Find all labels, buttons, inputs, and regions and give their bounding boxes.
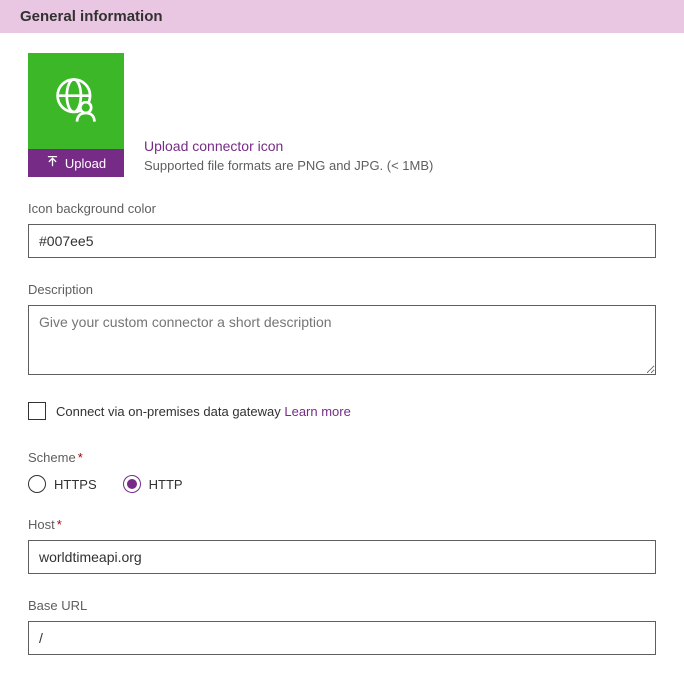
globe-user-icon — [50, 74, 102, 129]
icon-preview — [28, 53, 124, 149]
bgcolor-input[interactable] — [28, 224, 656, 258]
gateway-checkbox-label: Connect via on-premises data gateway Lea… — [56, 404, 351, 419]
baseurl-input[interactable] — [28, 621, 656, 655]
scheme-label: Scheme* — [28, 450, 656, 465]
bgcolor-label: Icon background color — [28, 201, 656, 216]
upload-subtext: Supported file formats are PNG and JPG. … — [144, 158, 433, 173]
upload-button-label: Upload — [65, 156, 106, 171]
scheme-radio-https[interactable]: HTTPS — [28, 475, 97, 493]
description-textarea[interactable] — [28, 305, 656, 375]
scheme-http-label: HTTP — [149, 477, 183, 492]
description-label: Description — [28, 282, 656, 297]
scheme-radio-http[interactable]: HTTP — [123, 475, 183, 493]
host-input[interactable] — [28, 540, 656, 574]
scheme-https-label: HTTPS — [54, 477, 97, 492]
gateway-checkbox[interactable] — [28, 402, 46, 420]
host-label: Host* — [28, 517, 656, 532]
learn-more-link[interactable]: Learn more — [284, 404, 350, 419]
upload-icon-link[interactable]: Upload connector icon — [144, 138, 433, 154]
section-header: General information — [0, 0, 684, 33]
upload-button[interactable]: Upload — [28, 149, 124, 177]
upload-arrow-icon — [46, 155, 59, 171]
baseurl-label: Base URL — [28, 598, 656, 613]
section-title: General information — [20, 8, 163, 25]
radio-icon — [28, 475, 46, 493]
radio-icon — [123, 475, 141, 493]
